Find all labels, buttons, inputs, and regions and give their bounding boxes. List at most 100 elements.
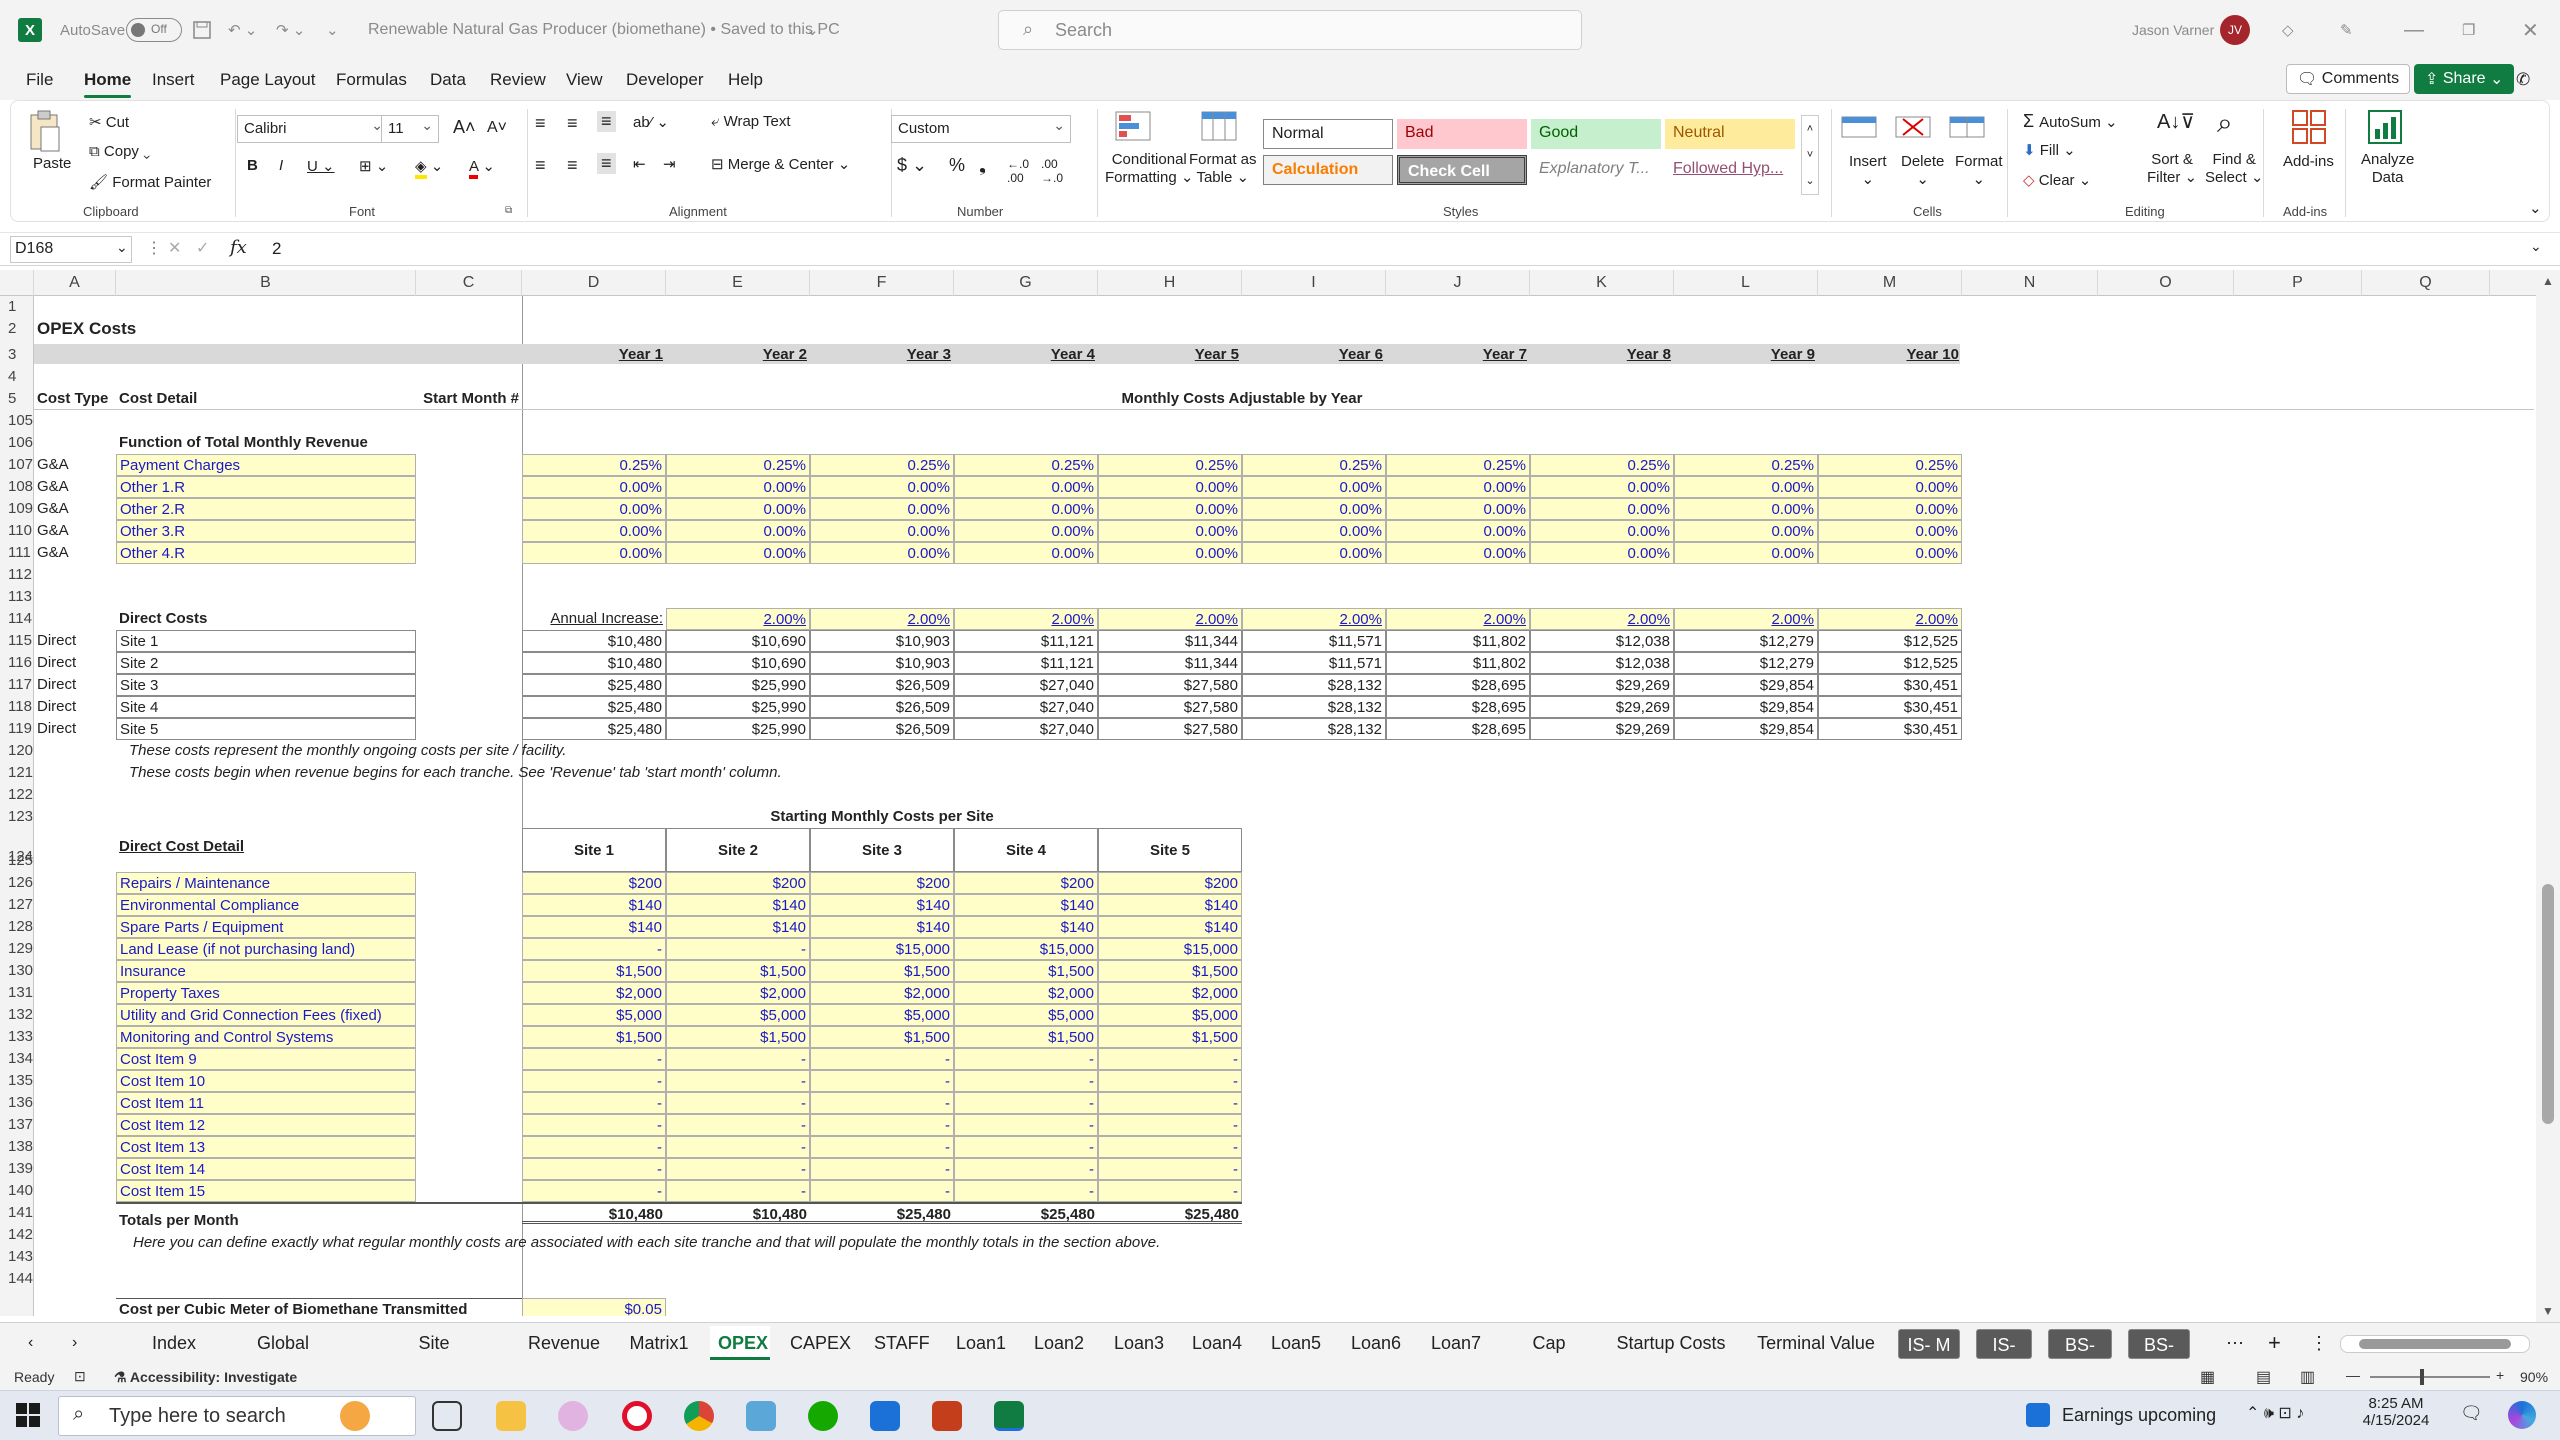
- excel-taskbar-icon[interactable]: [994, 1401, 1024, 1431]
- align-middle-icon[interactable]: ≡: [567, 113, 578, 134]
- sheet-tab-startup-costs[interactable]: Startup Costs: [1608, 1326, 1734, 1360]
- fill-color-icon[interactable]: ◈ ⌄: [415, 157, 443, 179]
- row-header[interactable]: 142: [0, 1224, 33, 1246]
- direct-cost-cell[interactable]: $29,854: [1674, 674, 1818, 696]
- format-cells-icon[interactable]: [1949, 111, 1985, 141]
- sheet-tab-revenue[interactable]: Revenue: [520, 1326, 608, 1360]
- comments-button[interactable]: 🗨 Comments: [2286, 64, 2411, 94]
- row-header[interactable]: 108: [0, 476, 33, 498]
- detail-cost-cell[interactable]: $140: [666, 894, 810, 916]
- detail-cost-cell[interactable]: -: [522, 938, 666, 960]
- borders-icon[interactable]: ⊞ ⌄: [359, 157, 388, 175]
- row-header[interactable]: 119: [0, 718, 33, 740]
- number-format-select[interactable]: Custom: [891, 115, 1071, 143]
- merge-center-button[interactable]: ⊟ Merge & Center ⌄: [711, 155, 850, 173]
- column-header[interactable]: C: [416, 270, 522, 296]
- direct-cost-cell[interactable]: $11,344: [1098, 630, 1242, 652]
- paint-icon[interactable]: [870, 1401, 900, 1431]
- detail-cost-cell[interactable]: -: [522, 1136, 666, 1158]
- detail-cost-name[interactable]: Land Lease (if not purchasing land): [116, 938, 416, 960]
- detail-cost-cell[interactable]: $1,500: [1098, 1026, 1242, 1048]
- align-top-icon[interactable]: ≡: [535, 113, 546, 134]
- direct-cost-cell[interactable]: $10,690: [666, 630, 810, 652]
- customize-toolbar-icon[interactable]: ⌄: [326, 0, 339, 60]
- column-header[interactable]: N: [1962, 270, 2098, 296]
- detail-cost-name[interactable]: Cost Item 11: [116, 1092, 416, 1114]
- direct-cost-cell[interactable]: $12,038: [1530, 630, 1674, 652]
- detail-cost-name[interactable]: Insurance: [116, 960, 416, 982]
- direct-cost-cell[interactable]: $29,269: [1530, 718, 1674, 740]
- detail-cost-name[interactable]: Cost Item 9: [116, 1048, 416, 1070]
- menu-home[interactable]: Home: [84, 60, 132, 100]
- annual-increase-cell[interactable]: 2.00%: [1098, 608, 1242, 630]
- cost-type-cell[interactable]: Direct: [34, 652, 116, 674]
- cost-detail-cell[interactable]: Other 4.R: [116, 542, 416, 564]
- row-header[interactable]: 123: [0, 806, 33, 828]
- direct-cost-cell[interactable]: $25,480: [522, 718, 666, 740]
- row-header[interactable]: 135: [0, 1070, 33, 1092]
- detail-cost-cell[interactable]: -: [954, 1136, 1098, 1158]
- sheet-tab-capex[interactable]: CAPEX: [782, 1326, 854, 1360]
- direct-cost-cell[interactable]: $11,121: [954, 630, 1098, 652]
- row-header[interactable]: 125: [0, 850, 33, 872]
- menu-view[interactable]: View: [566, 60, 603, 100]
- addins-icon[interactable]: [2291, 109, 2327, 145]
- sheet-tab-staff[interactable]: STAFF: [866, 1326, 936, 1360]
- sort-filter-icon[interactable]: A↓⊽: [2157, 109, 2195, 134]
- row-header[interactable]: 121: [0, 762, 33, 784]
- shrink-font-icon[interactable]: A˅: [487, 119, 507, 137]
- detail-cost-cell[interactable]: -: [522, 1048, 666, 1070]
- direct-cost-cell[interactable]: $28,132: [1242, 674, 1386, 696]
- detail-cost-name[interactable]: Cost Item 14: [116, 1158, 416, 1180]
- sheet-tab-opex[interactable]: OPEX: [710, 1326, 770, 1360]
- decrease-indent-icon[interactable]: ⇤: [633, 155, 646, 173]
- row-header[interactable]: 5: [0, 388, 33, 410]
- row-header[interactable]: 1: [0, 296, 33, 318]
- row-header[interactable]: 105: [0, 410, 33, 432]
- row-header[interactable]: 116: [0, 652, 33, 674]
- cut-button[interactable]: ✂ Cut: [89, 113, 129, 131]
- direct-cost-cell[interactable]: $27,580: [1098, 696, 1242, 718]
- detail-cost-cell[interactable]: $140: [522, 916, 666, 938]
- find-select-icon[interactable]: ⌕: [2217, 107, 2233, 140]
- snipping-tool-icon[interactable]: [558, 1401, 588, 1431]
- page-break-view-icon[interactable]: ▥: [2300, 1367, 2315, 1387]
- column-header[interactable]: O: [2098, 270, 2234, 296]
- task-view-icon[interactable]: [432, 1401, 462, 1431]
- menu-data[interactable]: Data: [430, 60, 466, 100]
- annual-increase-cell[interactable]: 2.00%: [666, 608, 810, 630]
- percent-cell[interactable]: 0.00%: [954, 476, 1098, 498]
- menu-developer[interactable]: Developer: [626, 60, 704, 100]
- annual-increase-cell[interactable]: 2.00%: [954, 608, 1098, 630]
- detail-cost-cell[interactable]: $140: [522, 894, 666, 916]
- diamond-icon[interactable]: ◇: [2282, 0, 2294, 60]
- cubic-meter-value[interactable]: $0.05: [522, 1298, 666, 1316]
- row-header[interactable]: 107: [0, 454, 33, 476]
- direct-cost-cell[interactable]: $25,480: [522, 696, 666, 718]
- percent-cell[interactable]: 0.25%: [522, 454, 666, 476]
- underline-button[interactable]: U ⌄: [307, 157, 335, 175]
- detail-cost-cell[interactable]: $5,000: [954, 1004, 1098, 1026]
- direct-cost-cell[interactable]: $10,480: [522, 652, 666, 674]
- detail-cost-cell[interactable]: -: [1098, 1048, 1242, 1070]
- direct-cost-cell[interactable]: $29,854: [1674, 718, 1818, 740]
- percent-cell[interactable]: 0.00%: [1674, 498, 1818, 520]
- percent-cell[interactable]: 0.00%: [666, 476, 810, 498]
- detail-cost-cell[interactable]: $200: [1098, 872, 1242, 894]
- font-color-icon[interactable]: A ⌄: [469, 157, 495, 179]
- align-right-icon[interactable]: ≡: [597, 153, 616, 174]
- style-explanatory[interactable]: Explanatory T...: [1531, 155, 1661, 185]
- column-header[interactable]: G: [954, 270, 1098, 296]
- menu-review[interactable]: Review: [490, 60, 546, 100]
- sheet-tab-loan3[interactable]: Loan3: [1106, 1326, 1172, 1360]
- detail-cost-cell[interactable]: $15,000: [1098, 938, 1242, 960]
- row-header[interactable]: 106: [0, 432, 33, 454]
- style-bad[interactable]: Bad: [1397, 119, 1527, 149]
- autosum-button[interactable]: Σ AutoSum ⌄: [2023, 111, 2118, 132]
- direct-cost-cell[interactable]: $25,990: [666, 718, 810, 740]
- detail-cost-cell[interactable]: $5,000: [1098, 1004, 1242, 1026]
- percent-cell[interactable]: 0.00%: [666, 520, 810, 542]
- sheet-tab-loan7[interactable]: Loan7: [1422, 1326, 1490, 1360]
- detail-cost-name[interactable]: Cost Item 15: [116, 1180, 416, 1202]
- percent-cell[interactable]: 0.00%: [1530, 476, 1674, 498]
